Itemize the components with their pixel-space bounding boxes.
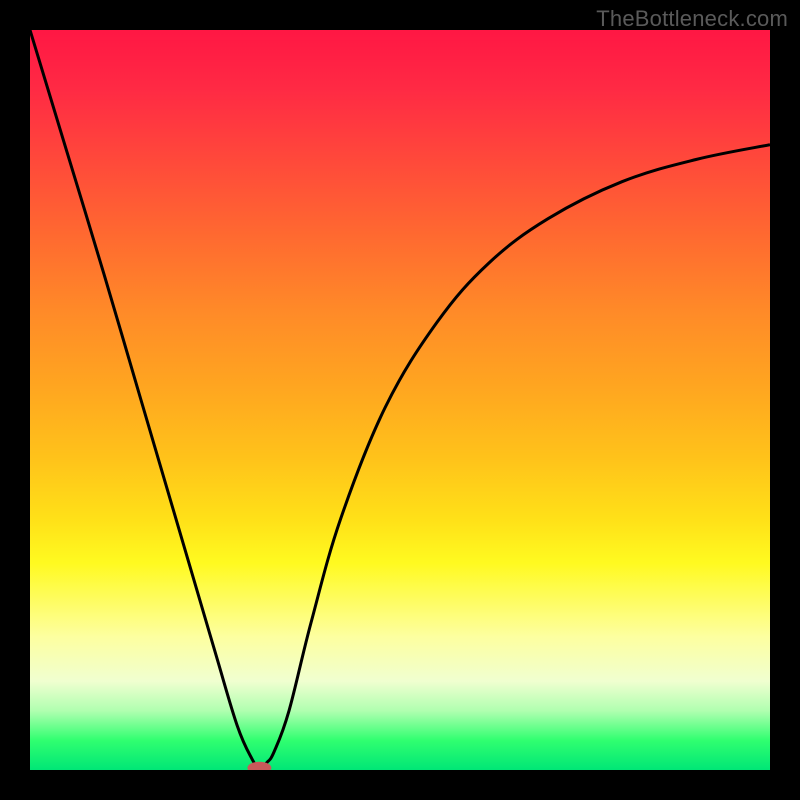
curve-layer (30, 30, 770, 770)
plot-area (30, 30, 770, 770)
watermark-text: TheBottleneck.com (596, 6, 788, 32)
bottleneck-curve (30, 30, 770, 768)
chart-frame: TheBottleneck.com (0, 0, 800, 800)
